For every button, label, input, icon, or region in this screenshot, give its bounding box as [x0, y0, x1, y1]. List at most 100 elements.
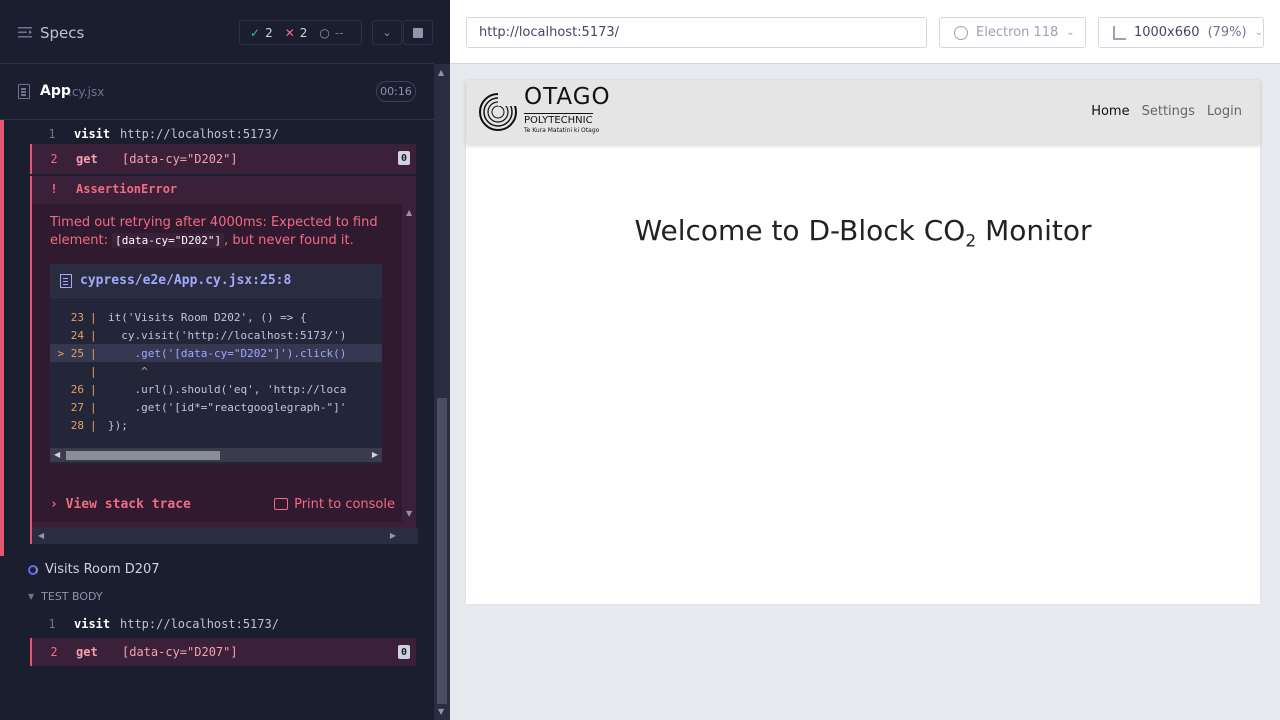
error-caret: ^ — [108, 364, 148, 378]
line-number: 27 — [70, 400, 84, 414]
code-text: }); — [108, 418, 128, 432]
x-icon: ✕ — [284, 25, 295, 40]
code-line: 23 | it('Visits Room D202', () => { — [50, 308, 382, 326]
passed-count: 2 — [265, 25, 273, 40]
element-count-badge: 0 — [398, 151, 410, 165]
viewport-size: 1000x660 — [1133, 25, 1200, 40]
collapse-button[interactable]: ⌄ — [372, 20, 402, 45]
electron-icon — [954, 25, 968, 40]
error-icon: ! — [50, 182, 58, 196]
site-nav-links: Home Settings Login — [1091, 104, 1242, 119]
code-text: .get('[id*="reactgooglegraph-"]' — [108, 400, 347, 414]
command-number: 2 — [50, 152, 58, 166]
browser-name: Electron 118 — [976, 25, 1059, 40]
scroll-up-icon[interactable]: ▲ — [406, 208, 412, 217]
test-body-toggle[interactable]: ▼ TEST BODY — [28, 590, 103, 603]
command-row-failed[interactable]: 2 get [data-cy="D202"] 0 — [30, 144, 416, 174]
scroll-right-icon[interactable]: ▶ — [372, 450, 378, 459]
pending-stat: ○ -- — [319, 26, 343, 40]
code-text: .get('[data-cy="D202"]').click() — [108, 346, 347, 360]
test-stats: ✓ 2 ✕ 2 ○ -- — [239, 20, 362, 45]
cypress-reporter: Specs ✓ 2 ✕ 2 ○ -- ⌄ App .cy.jsx 00:16 1… — [0, 0, 450, 720]
error-body: Timed out retrying after 4000ms: Expecte… — [32, 204, 402, 522]
nav-login-link[interactable]: Login — [1207, 104, 1242, 119]
chevron-down-icon: ▼ — [28, 592, 35, 601]
url-field[interactable]: http://localhost:5173/ — [466, 17, 927, 48]
print-to-console-button[interactable]: Print to console — [274, 497, 395, 512]
specs-label[interactable]: Specs — [40, 24, 84, 42]
code-text: .url().should('eq', 'http://loca — [108, 382, 347, 396]
browser-selector[interactable]: Electron 118 ⌄ — [939, 17, 1086, 48]
scrollbar-thumb[interactable] — [437, 398, 447, 704]
chevron-down-icon: ⌄ — [1066, 27, 1075, 38]
reporter-scrollbar[interactable]: ▲ ▼ — [434, 64, 450, 720]
line-divider: | — [90, 328, 97, 342]
scroll-right-icon[interactable]: ▶ — [390, 531, 396, 540]
error-vertical-scrollbar[interactable]: ▲ ▼ — [404, 204, 416, 522]
spec-name: App — [40, 83, 71, 99]
spec-row[interactable]: App .cy.jsx 00:16 — [0, 64, 434, 120]
stop-button[interactable] — [403, 20, 433, 45]
line-number: 23 — [70, 310, 84, 324]
check-icon: ✓ — [250, 25, 261, 40]
scroll-left-icon[interactable]: ◀ — [54, 450, 60, 459]
code-frame-scrollbar[interactable]: ◀ ▶ — [50, 448, 382, 462]
error-panel: ! AssertionError Timed out retrying afte… — [30, 176, 418, 544]
passed-stat: ✓ 2 — [250, 26, 273, 40]
file-icon — [60, 273, 72, 288]
pending-icon: ○ — [319, 25, 330, 40]
nav-settings-link[interactable]: Settings — [1142, 104, 1195, 119]
logo-text: OTAGO — [524, 84, 611, 110]
code-line: | ^ — [50, 362, 382, 380]
site-navbar: OTAGO POLYTECHNIC Te Kura Matatini ki Ot… — [466, 80, 1260, 144]
chevron-right-icon: › — [50, 496, 58, 512]
command-message: [data-cy="D207"] — [122, 645, 238, 659]
scroll-up-icon[interactable]: ▲ — [438, 68, 444, 77]
command-number: 1 — [48, 617, 56, 631]
pending-count: -- — [334, 25, 344, 40]
error-actions: › View stack trace Print to console — [50, 492, 395, 516]
test-body-label: TEST BODY — [41, 590, 103, 603]
app-under-test-frame: OTAGO POLYTECHNIC Te Kura Matatini ki Ot… — [466, 80, 1260, 604]
error-message-selector: [data-cy="D202"] — [112, 233, 225, 248]
element-count-badge: 0 — [398, 645, 410, 659]
line-number: 28 — [70, 418, 84, 432]
running-spinner-icon — [28, 564, 38, 575]
viewport-selector[interactable]: 1000x660 (79%) ⌄ — [1098, 17, 1264, 48]
viewport-scale: (79%) — [1207, 25, 1247, 40]
error-horizontal-scrollbar[interactable]: ◀ ▶ — [32, 528, 418, 544]
command-name: visit — [74, 617, 111, 631]
command-name: get — [76, 645, 98, 659]
code-line: 26 | .url().should('eq', 'http://loca — [50, 380, 382, 398]
line-divider: | — [90, 418, 97, 432]
code-frame-file[interactable]: cypress/e2e/App.cy.jsx:25:8 — [80, 273, 291, 288]
aut-header: http://localhost:5173/ Electron 118 ⌄ 10… — [450, 0, 1280, 64]
file-icon — [18, 84, 30, 99]
failed-stat: ✕ 2 — [285, 26, 308, 40]
command-row[interactable]: 1 visit http://localhost:5173/ — [30, 610, 416, 638]
spec-extension: .cy.jsx — [68, 85, 105, 99]
code-line: 27 | .get('[id*="reactgooglegraph-"]' — [50, 398, 382, 416]
command-number: 1 — [48, 127, 56, 141]
code-line: 28 |}); — [50, 416, 382, 434]
code-frame-header[interactable]: cypress/e2e/App.cy.jsx:25:8 — [50, 264, 382, 298]
scroll-down-icon[interactable]: ▼ — [406, 509, 412, 518]
welcome-subscript: 2 — [965, 231, 977, 252]
view-stack-trace-button[interactable]: › View stack trace — [50, 497, 191, 512]
command-number: 2 — [50, 645, 58, 659]
nav-home-link[interactable]: Home — [1091, 104, 1129, 119]
scrollbar-thumb[interactable] — [66, 451, 220, 460]
print-to-console-label: Print to console — [294, 496, 395, 512]
line-number: > 25 — [57, 346, 85, 360]
specs-list-icon[interactable] — [18, 26, 32, 38]
command-message: [data-cy="D202"] — [122, 152, 238, 166]
spec-duration: 00:16 — [376, 81, 416, 102]
command-row-failed[interactable]: 2 get [data-cy="D207"] 0 — [30, 638, 416, 666]
welcome-text: Welcome to D-Block CO — [634, 214, 966, 247]
otago-logo-icon[interactable] — [478, 88, 518, 136]
line-number: 26 — [70, 382, 84, 396]
scroll-left-icon[interactable]: ◀ — [38, 531, 44, 540]
scroll-down-icon[interactable]: ▼ — [438, 707, 444, 716]
test-title[interactable]: Visits Room D207 — [28, 562, 160, 577]
code-text: cy.visit('http://localhost:5173/') — [108, 328, 347, 342]
